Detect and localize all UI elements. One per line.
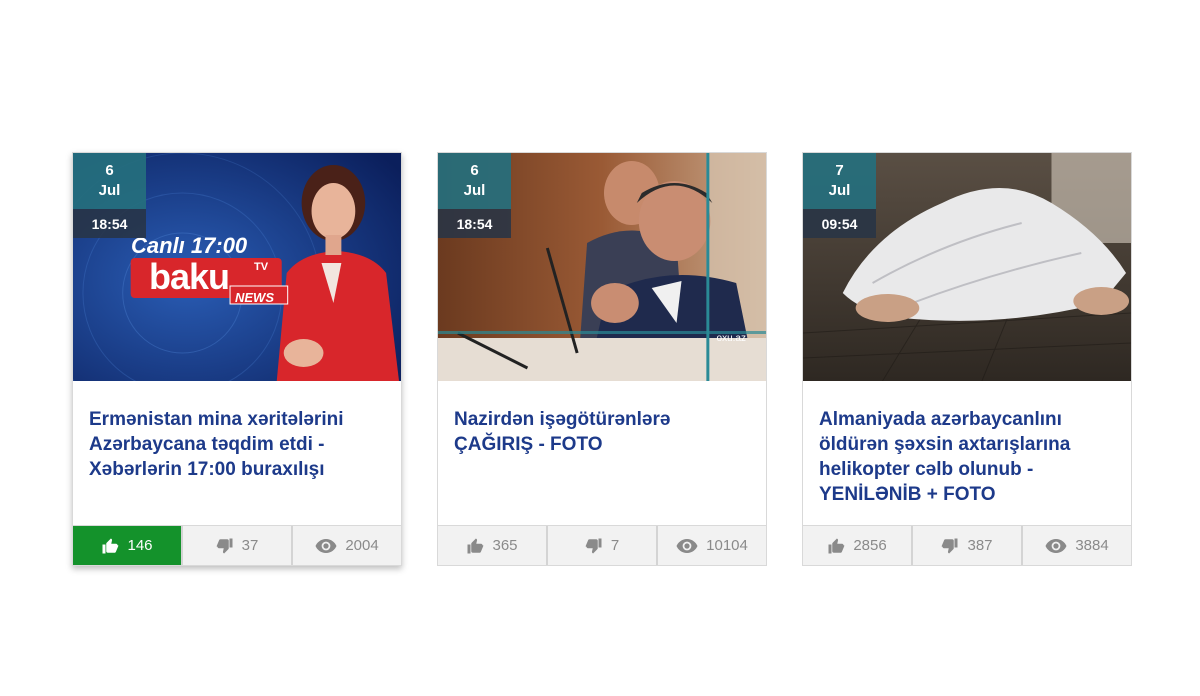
dislike-count: 7 (610, 537, 620, 554)
date-month: Jul (98, 182, 121, 199)
brand-tv-text: TV (254, 261, 269, 273)
thumbs-up-icon (467, 538, 484, 553)
reaction-bar: 2856 387 3884 (803, 525, 1131, 565)
image-watermark: oxu.az (716, 333, 746, 344)
date-day: 6 (105, 162, 114, 179)
like-count: 365 (492, 537, 518, 554)
time-badge: 18:54 (73, 209, 146, 238)
dislike-button[interactable]: 7 (548, 526, 658, 565)
date-day: 6 (470, 162, 479, 179)
views-count: 2004 (345, 537, 379, 554)
views-stat: 10104 (658, 526, 766, 565)
eye-icon (315, 538, 337, 553)
brand-news-text: NEWS (235, 290, 274, 305)
thumbs-down-icon (585, 538, 602, 553)
brand-logo-text: baku (149, 256, 230, 297)
date-month: Jul (828, 182, 851, 199)
time-badge: 09:54 (803, 209, 876, 238)
news-thumbnail[interactable]: 7 Jul 09:54 (803, 153, 1131, 381)
news-card[interactable]: Canlı 17:00 baku TV NEWS 6 Jul 18:54 Erm… (72, 152, 402, 566)
dislike-button[interactable]: 387 (913, 526, 1023, 565)
news-title[interactable]: Nazirdən işəgötürənlərə ÇAĞIRIŞ - FOTO (438, 381, 766, 525)
reaction-bar: 146 37 2004 (73, 525, 401, 565)
eye-icon (1045, 538, 1067, 553)
thumbs-up-icon (828, 538, 845, 553)
thumbs-down-icon (942, 538, 958, 553)
dislike-count: 37 (241, 537, 259, 554)
thumbs-up-icon (102, 538, 119, 553)
news-title[interactable]: Ermənistan mina xəritələrini Azərbaycana… (73, 381, 401, 525)
date-badge: 6 Jul (73, 153, 146, 209)
date-day: 7 (835, 162, 844, 179)
views-count: 3884 (1075, 537, 1109, 554)
news-thumbnail[interactable]: oxu.az 6 Jul 18:54 (438, 153, 766, 381)
dislike-button[interactable]: 37 (183, 526, 293, 565)
news-card[interactable]: 7 Jul 09:54 Almaniyada azərbaycanlını öl… (802, 152, 1132, 566)
dislike-count: 387 (967, 537, 993, 554)
like-count: 146 (127, 537, 153, 554)
news-title[interactable]: Almaniyada azərbaycanlını öldürən şəxsin… (803, 381, 1131, 525)
views-stat: 3884 (1023, 526, 1131, 565)
thumbs-down-icon (216, 538, 233, 553)
like-button[interactable]: 146 (73, 526, 183, 565)
news-card-list: Canlı 17:00 baku TV NEWS 6 Jul 18:54 Erm… (72, 152, 1132, 566)
date-badge: 6 Jul (438, 153, 511, 209)
like-button[interactable]: 365 (438, 526, 548, 565)
views-stat: 2004 (293, 526, 401, 565)
like-button[interactable]: 2856 (803, 526, 913, 565)
date-badge: 7 Jul (803, 153, 876, 209)
views-count: 10104 (706, 537, 748, 554)
news-thumbnail[interactable]: Canlı 17:00 baku TV NEWS 6 Jul 18:54 (73, 153, 401, 381)
eye-icon (676, 538, 698, 553)
time-badge: 18:54 (438, 209, 511, 238)
news-card[interactable]: oxu.az 6 Jul 18:54 Nazirdən işəgötürənlə… (437, 152, 767, 566)
like-count: 2856 (853, 537, 887, 554)
reaction-bar: 365 7 10104 (438, 525, 766, 565)
date-month: Jul (463, 182, 486, 199)
